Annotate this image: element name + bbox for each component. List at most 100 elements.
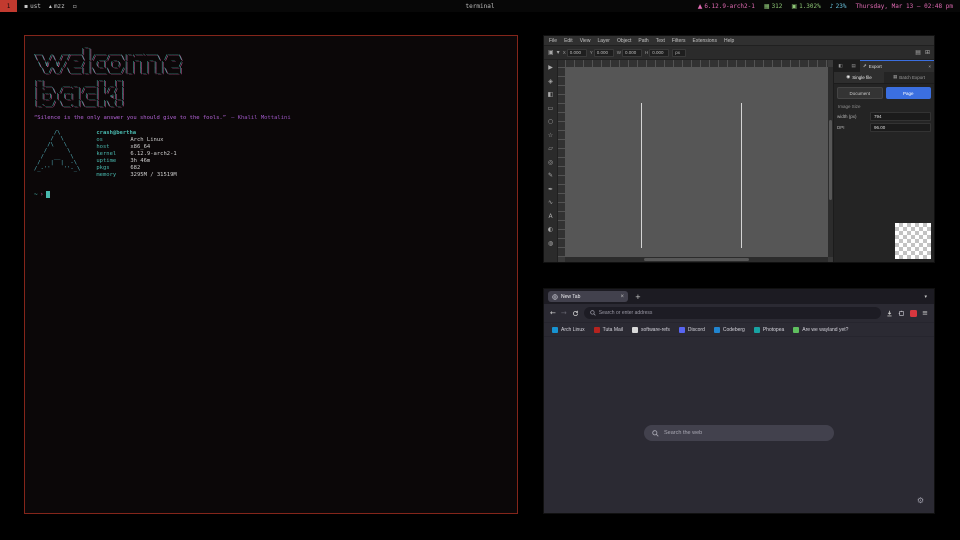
bookmark-tuta-mail[interactable]: Tuta Mail <box>594 327 623 333</box>
w-input[interactable]: 0.000 <box>622 49 642 57</box>
canvas-vertical-scrollbar[interactable] <box>828 67 833 257</box>
bookmark-photopea[interactable]: Photopea <box>754 327 784 333</box>
select-all-icon[interactable]: ▣ <box>548 49 554 56</box>
bookmark-software-refs[interactable]: software-refs <box>632 327 670 333</box>
image-size-label: Image Size <box>838 104 934 109</box>
bookmark-codeberg[interactable]: Codeberg <box>714 327 745 333</box>
gradient-tool[interactable]: ◐ <box>545 223 556 237</box>
toolbar-extra-icon[interactable]: ▤ <box>915 49 921 56</box>
statusbar-left-item[interactable]: ▴ mzz <box>49 3 65 10</box>
export-mode-switch: ◉ Single file ▦ Batch Export <box>834 72 934 84</box>
pencil-tool[interactable]: ✎ <box>545 169 556 183</box>
web-search-input[interactable]: Search the web <box>644 425 834 441</box>
personalize-gear-icon[interactable]: ⚙ <box>917 496 924 505</box>
inkscape-canvas[interactable] <box>565 67 828 257</box>
menu-icon[interactable]: ≡ <box>922 310 928 317</box>
bookmark-favicon <box>679 327 685 333</box>
dropper-tool[interactable]: ◍ <box>545 237 556 251</box>
bookmark-arch-linux[interactable]: Arch Linux <box>552 327 585 333</box>
document-button[interactable]: Document <box>837 87 883 99</box>
package-icon: ▦ <box>764 3 770 10</box>
x-input[interactable]: 0.000 <box>567 49 587 57</box>
download-icon[interactable] <box>886 310 893 317</box>
bookmark-are-we-wayland-yet[interactable]: Are we wayland yet? <box>793 327 848 333</box>
box3d-tool[interactable]: ▱ <box>545 142 556 156</box>
menu-object[interactable]: Object <box>617 38 631 44</box>
width-input[interactable]: 794 <box>870 112 931 121</box>
terminal-window[interactable]: _ __ _____| | ___ ___ _ __ ___ ___ \ \ /… <box>24 35 518 514</box>
y-input[interactable]: 0.000 <box>594 49 614 57</box>
quote-author: — Khalil Mottalini <box>231 115 291 121</box>
active-tab[interactable]: New Tab × <box>548 291 628 302</box>
inkscape-main: ▶ ◈ ◧ ▭ ○ ☆ ▱ ◎ ✎ ✒ ∿ A ◐ ◍ <box>544 60 934 262</box>
ublock-extension-icon[interactable] <box>910 310 917 317</box>
menu-text[interactable]: Text <box>656 38 665 44</box>
pen-tool[interactable]: ✒ <box>545 183 556 197</box>
layout-indicator-icon[interactable]: ▫ <box>73 3 77 10</box>
new-tab-button[interactable]: + <box>635 293 641 301</box>
batch-export-icon: ▦ <box>893 75 897 80</box>
h-field: H 0.000 <box>645 49 669 57</box>
layers-dialog-tab-icon[interactable]: ▤ <box>847 60 860 72</box>
shell-prompt[interactable]: ~ › <box>34 191 508 198</box>
globe-icon <box>552 294 558 300</box>
scrollbar-thumb[interactable] <box>829 120 832 200</box>
canvas-horizontal-scrollbar[interactable] <box>565 257 828 262</box>
new-tab-page: Search the web ⚙ <box>544 337 934 513</box>
search-icon <box>652 430 659 437</box>
calligraphy-tool[interactable]: ∿ <box>545 196 556 210</box>
back-button[interactable]: ← <box>550 310 556 317</box>
rectangle-tool[interactable]: ▭ <box>545 102 556 116</box>
search-placeholder: Search the web <box>664 430 702 436</box>
dpi-input[interactable]: 96.00 <box>870 123 931 132</box>
menu-file[interactable]: File <box>549 38 557 44</box>
dpi-row: DPI 96.00 <box>834 122 934 133</box>
batch-export-tab[interactable]: ▦ Batch Export <box>884 72 934 83</box>
url-bar[interactable]: Search or enter address <box>584 307 881 319</box>
inkscape-menubar: File Edit View Layer Object Path Text Fi… <box>544 36 934 45</box>
h-input[interactable]: 0.000 <box>649 49 669 57</box>
scrollbar-thumb[interactable] <box>644 258 749 261</box>
forward-button[interactable]: → <box>561 310 567 317</box>
dropdown-icon[interactable]: ▾ <box>557 49 560 56</box>
status-packages: ▦ 312 <box>764 3 783 10</box>
browser-window: New Tab × + ▾ ← → Search or enter addres… <box>543 288 935 514</box>
ellipse-tool[interactable]: ○ <box>545 115 556 129</box>
star-tool[interactable]: ☆ <box>545 129 556 143</box>
menu-filters[interactable]: Filters <box>672 38 686 44</box>
menu-help[interactable]: Help <box>724 38 734 44</box>
reload-icon[interactable] <box>572 310 579 317</box>
node-tool[interactable]: ◈ <box>545 75 556 89</box>
status-cpu: ▣ 1.302% <box>791 3 820 10</box>
menu-edit[interactable]: Edit <box>564 38 573 44</box>
selector-tool[interactable]: ▶ <box>545 61 556 75</box>
list-all-tabs-icon[interactable]: ▾ <box>924 294 927 300</box>
workspace-tag-1[interactable]: 1 <box>0 0 17 12</box>
statusbar-left-item[interactable]: ▪ ust <box>24 3 41 10</box>
unit-dropdown[interactable]: px <box>672 49 686 57</box>
single-file-tab[interactable]: ◉ Single file <box>834 72 884 83</box>
menu-extensions[interactable]: Extensions <box>693 38 717 44</box>
bookmark-discord[interactable]: Discord <box>679 327 705 333</box>
export-dialog-tab[interactable]: ⇗ Export × <box>860 60 934 72</box>
bookmark-favicon <box>632 327 638 333</box>
menu-view[interactable]: View <box>580 38 591 44</box>
spiral-tool[interactable]: ◎ <box>545 156 556 170</box>
menu-layer[interactable]: Layer <box>597 38 610 44</box>
fill-stroke-dialog-tab-icon[interactable]: ◧ <box>834 60 847 72</box>
close-tab-icon[interactable]: × <box>620 294 624 300</box>
quote-line: “Silence is the only answer you should g… <box>34 115 508 121</box>
toolbar-extra-icon[interactable]: ⊞ <box>925 49 930 56</box>
text-tool[interactable]: A <box>545 210 556 224</box>
ruler-corner <box>558 60 565 67</box>
page-border-line <box>641 103 642 248</box>
page-button[interactable]: Page <box>886 87 932 99</box>
shape-builder-tool[interactable]: ◧ <box>545 88 556 102</box>
menu-path[interactable]: Path <box>638 38 648 44</box>
cpu-icon: ▣ <box>791 3 797 10</box>
extensions-icon[interactable] <box>898 310 905 317</box>
close-dialog-icon[interactable]: × <box>928 64 931 69</box>
export-preview-checkerboard <box>895 223 931 259</box>
status-kernel: ▲ 6.12.9-arch2-1 <box>698 3 755 10</box>
inkscape-toolbox: ▶ ◈ ◧ ▭ ○ ☆ ▱ ◎ ✎ ✒ ∿ A ◐ ◍ <box>544 60 558 262</box>
